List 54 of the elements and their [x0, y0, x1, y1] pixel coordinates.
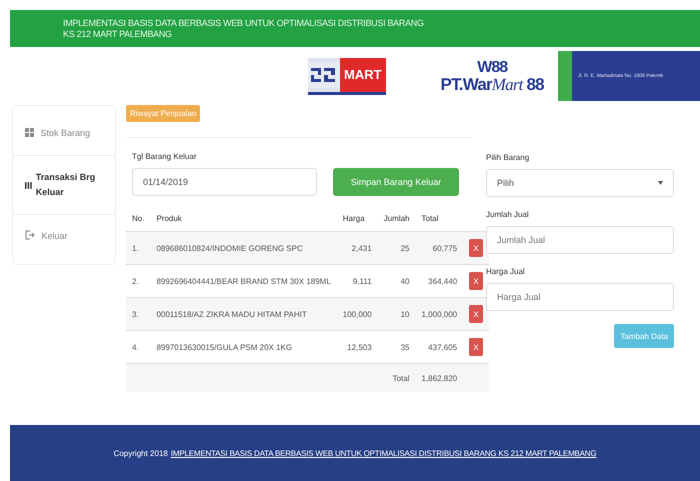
- delete-button[interactable]: X: [469, 305, 484, 323]
- table-cell: 2.: [126, 264, 150, 298]
- table-cell: 60,775: [416, 232, 464, 264]
- table-cell: 364,440: [416, 264, 464, 298]
- quantity-field[interactable]: Jumlah Jual: [486, 226, 674, 254]
- field-label: Jumlah Jual: [486, 210, 529, 219]
- column-header: Produk: [150, 210, 337, 232]
- logo-mark-text: W88: [477, 60, 508, 76]
- table-cell: 8992696404441/BEAR BRAND STM 30X 189ML: [150, 264, 337, 298]
- logout-icon: [25, 230, 35, 240]
- save-button[interactable]: Simpan Barang Keluar: [333, 168, 459, 196]
- field-label: Tgl Barang Keluar: [132, 152, 196, 161]
- delete-button[interactable]: X: [469, 338, 484, 356]
- add-data-button[interactable]: Tambah Data: [614, 324, 674, 348]
- table-cell: 10: [378, 298, 416, 330]
- table-cell: 25: [378, 232, 416, 264]
- logo-text: MART: [340, 58, 386, 92]
- column-header: Harga: [336, 210, 378, 232]
- total-label: Total: [378, 364, 416, 392]
- table-cell: 40: [378, 264, 416, 298]
- field-label: Pilih Barang: [486, 153, 530, 162]
- table-cell: 12,503: [336, 330, 378, 364]
- copyright-text: Copyright 2018: [114, 448, 168, 458]
- caret-icon: [658, 181, 663, 185]
- table-cell: 1,000,000: [416, 298, 464, 330]
- delete-button[interactable]: X: [469, 239, 484, 257]
- sidebar-item[interactable]: Keluar: [13, 215, 115, 258]
- list-icon: [25, 180, 32, 190]
- delete-button[interactable]: X: [469, 272, 484, 290]
- column-header: Jumlah: [378, 210, 416, 232]
- table-cell: 100,000: [336, 298, 378, 330]
- price-field[interactable]: Harga Jual: [486, 283, 674, 311]
- table-cell: 4.: [126, 330, 150, 364]
- field-label: Harga Jual: [486, 267, 525, 276]
- table-cell: 35: [378, 330, 416, 364]
- app-title: IMPLEMENTASI BASIS DATA BERBASIS WEB UNTUK OPTIMALISASI DISTRIBUSI BARANG KS 212 MART PALEMBANG: [63, 18, 424, 40]
- table-cell: 9,111: [336, 264, 378, 298]
- table-cell: 437,605: [416, 330, 464, 364]
- date-field[interactable]: 01/14/2019: [132, 168, 317, 196]
- table-cell: 3.: [126, 298, 150, 330]
- footer-link[interactable]: IMPLEMENTASI BASIS DATA BERBASIS WEB UNTUK OPTIMALISASI DISTRIBUSI BARANG KS 212 MART PALEMBANG: [170, 448, 596, 458]
- table-cell: 089686010824/INDOMIE GORENG SPC: [150, 232, 337, 264]
- column-header: No.: [126, 210, 150, 232]
- table-cell: 2,431: [336, 232, 378, 264]
- logo-text: PT.WarMart 88: [440, 76, 544, 92]
- total-value: 1,862,820: [416, 364, 464, 392]
- table-cell: 8997013630015/GULA PSM 20X 1KG: [150, 330, 337, 364]
- product-select[interactable]: Pilih: [486, 169, 674, 197]
- sidebar-item[interactable]: Stok Barang: [13, 112, 115, 156]
- column-header: Total: [416, 210, 464, 232]
- table-cell: 00011518/AZ ZIKRA MADU HITAM PAHIT: [150, 298, 337, 330]
- table-cell: 1.: [126, 232, 150, 264]
- sidebar-item[interactable]: Transaksi Brg Keluar: [13, 156, 115, 215]
- grid-icon: [25, 128, 34, 137]
